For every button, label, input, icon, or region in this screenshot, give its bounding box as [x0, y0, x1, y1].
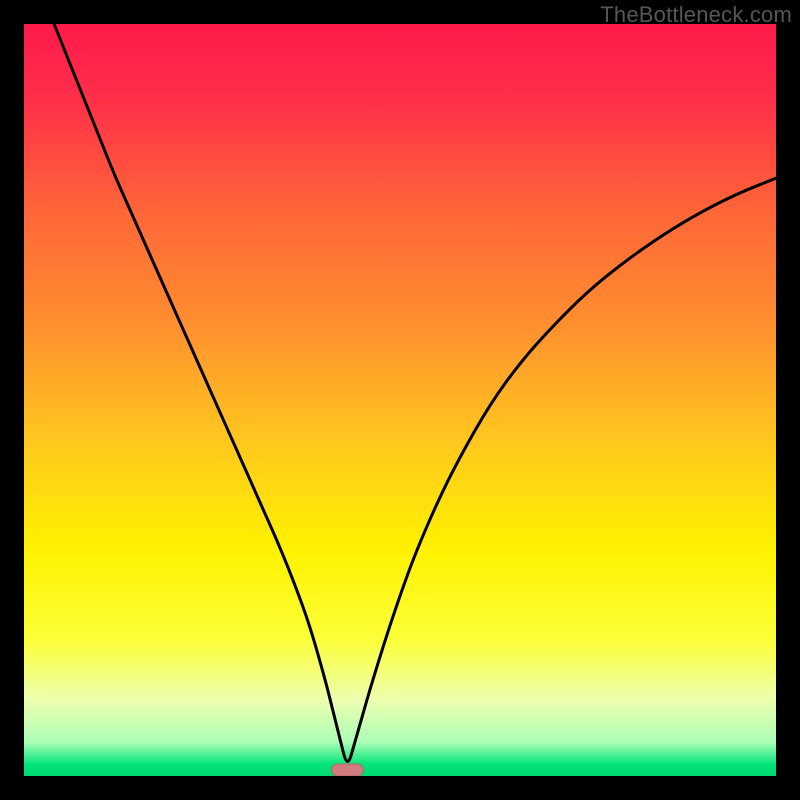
optimal-marker	[332, 764, 364, 776]
watermark-text: TheBottleneck.com	[600, 2, 792, 28]
bottleneck-chart	[24, 24, 776, 776]
chart-frame	[24, 24, 776, 776]
gradient-background	[24, 24, 776, 776]
